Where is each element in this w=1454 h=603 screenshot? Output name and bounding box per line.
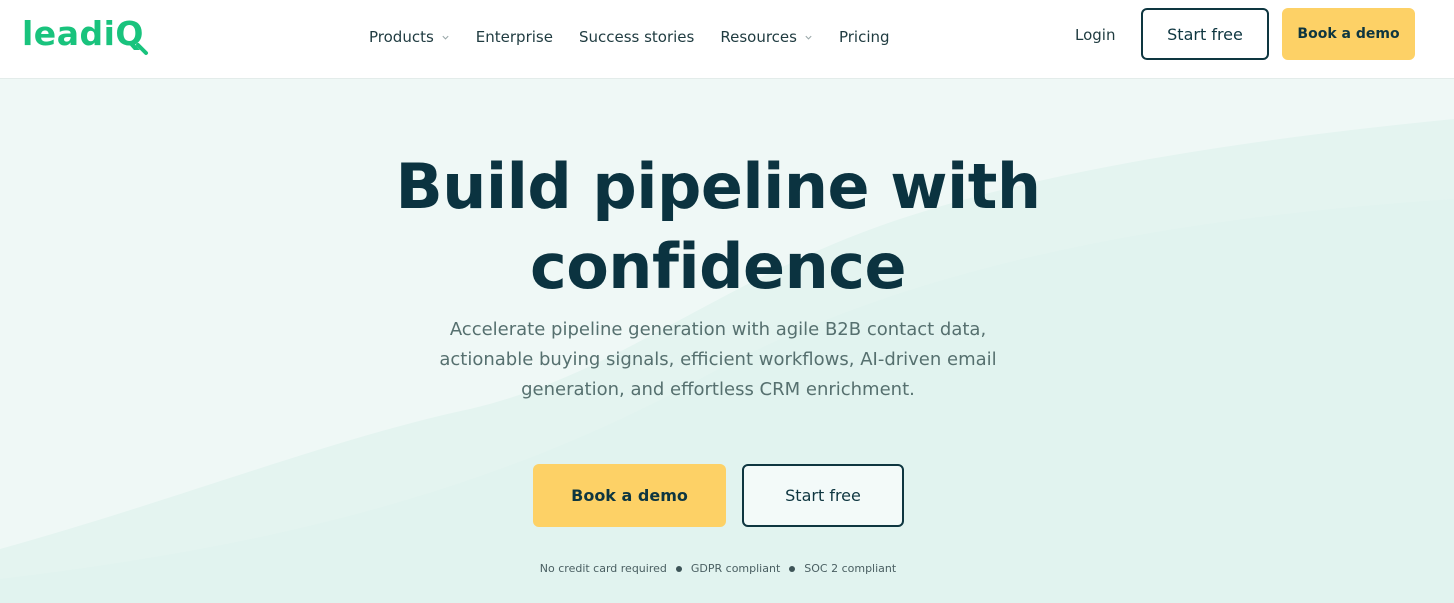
dot-separator: [789, 565, 796, 572]
nav-item-label: Success stories: [578, 28, 695, 46]
login-link[interactable]: Login: [1075, 26, 1115, 44]
nav-item-pricing[interactable]: Pricing: [839, 28, 890, 46]
nav-item-label: Pricing: [838, 28, 890, 46]
hero-subheading-line: generation, and effortless CRM enrichmen…: [521, 379, 915, 400]
header-start-free-button[interactable]: Start free: [1141, 8, 1269, 60]
chevron-down-icon: [805, 35, 812, 40]
trust-badges: No credit card required GDPR compliant S…: [0, 562, 1436, 575]
hero-subheading-line: Accelerate pipeline generation with agil…: [449, 319, 987, 340]
dot-separator: [675, 565, 682, 572]
svg-text:leadiQ: leadiQ: [22, 14, 144, 53]
nav-item-label: Resources: [720, 28, 797, 46]
main-nav: Products Enterprise Success stories Reso…: [369, 26, 916, 48]
hero-subheading-line: actionable buying signals, efficient wor…: [439, 349, 997, 370]
hero-start-free-button[interactable]: Start free: [742, 464, 904, 527]
trust-item-no-credit-card: No credit card required: [539, 562, 667, 575]
nav-item-resources[interactable]: Resources: [720, 28, 813, 46]
nav-item-products[interactable]: Products: [369, 28, 450, 46]
leadiq-logo-mark: leadiQ: [22, 14, 148, 55]
nav-item-label: Products: [369, 28, 434, 46]
trust-item-gdpr: GDPR compliant: [690, 562, 781, 575]
hero-headline: Build pipeline with confidence: [0, 147, 1436, 307]
leadiq-logo[interactable]: leadiQ: [22, 12, 152, 56]
header-book-demo-button[interactable]: Book a demo: [1282, 8, 1415, 60]
site-header: leadiQ Products Enterprise Success stori…: [0, 0, 1454, 79]
hero-subheading: Accelerate pipeline generation with agil…: [418, 315, 1018, 405]
hero-headline-line: Build pipeline with: [395, 150, 1041, 223]
nav-item-label: Enterprise: [475, 28, 553, 46]
trust-item-soc2: SOC 2 compliant: [804, 562, 897, 575]
chevron-down-icon: [442, 35, 449, 40]
hero-headline-line: confidence: [529, 230, 907, 303]
nav-item-enterprise[interactable]: Enterprise: [476, 28, 553, 46]
hero-section: Build pipeline with confidence Accelerat…: [0, 79, 1454, 603]
hero-book-demo-button[interactable]: Book a demo: [533, 464, 726, 527]
nav-item-success-stories[interactable]: Success stories: [579, 28, 694, 46]
